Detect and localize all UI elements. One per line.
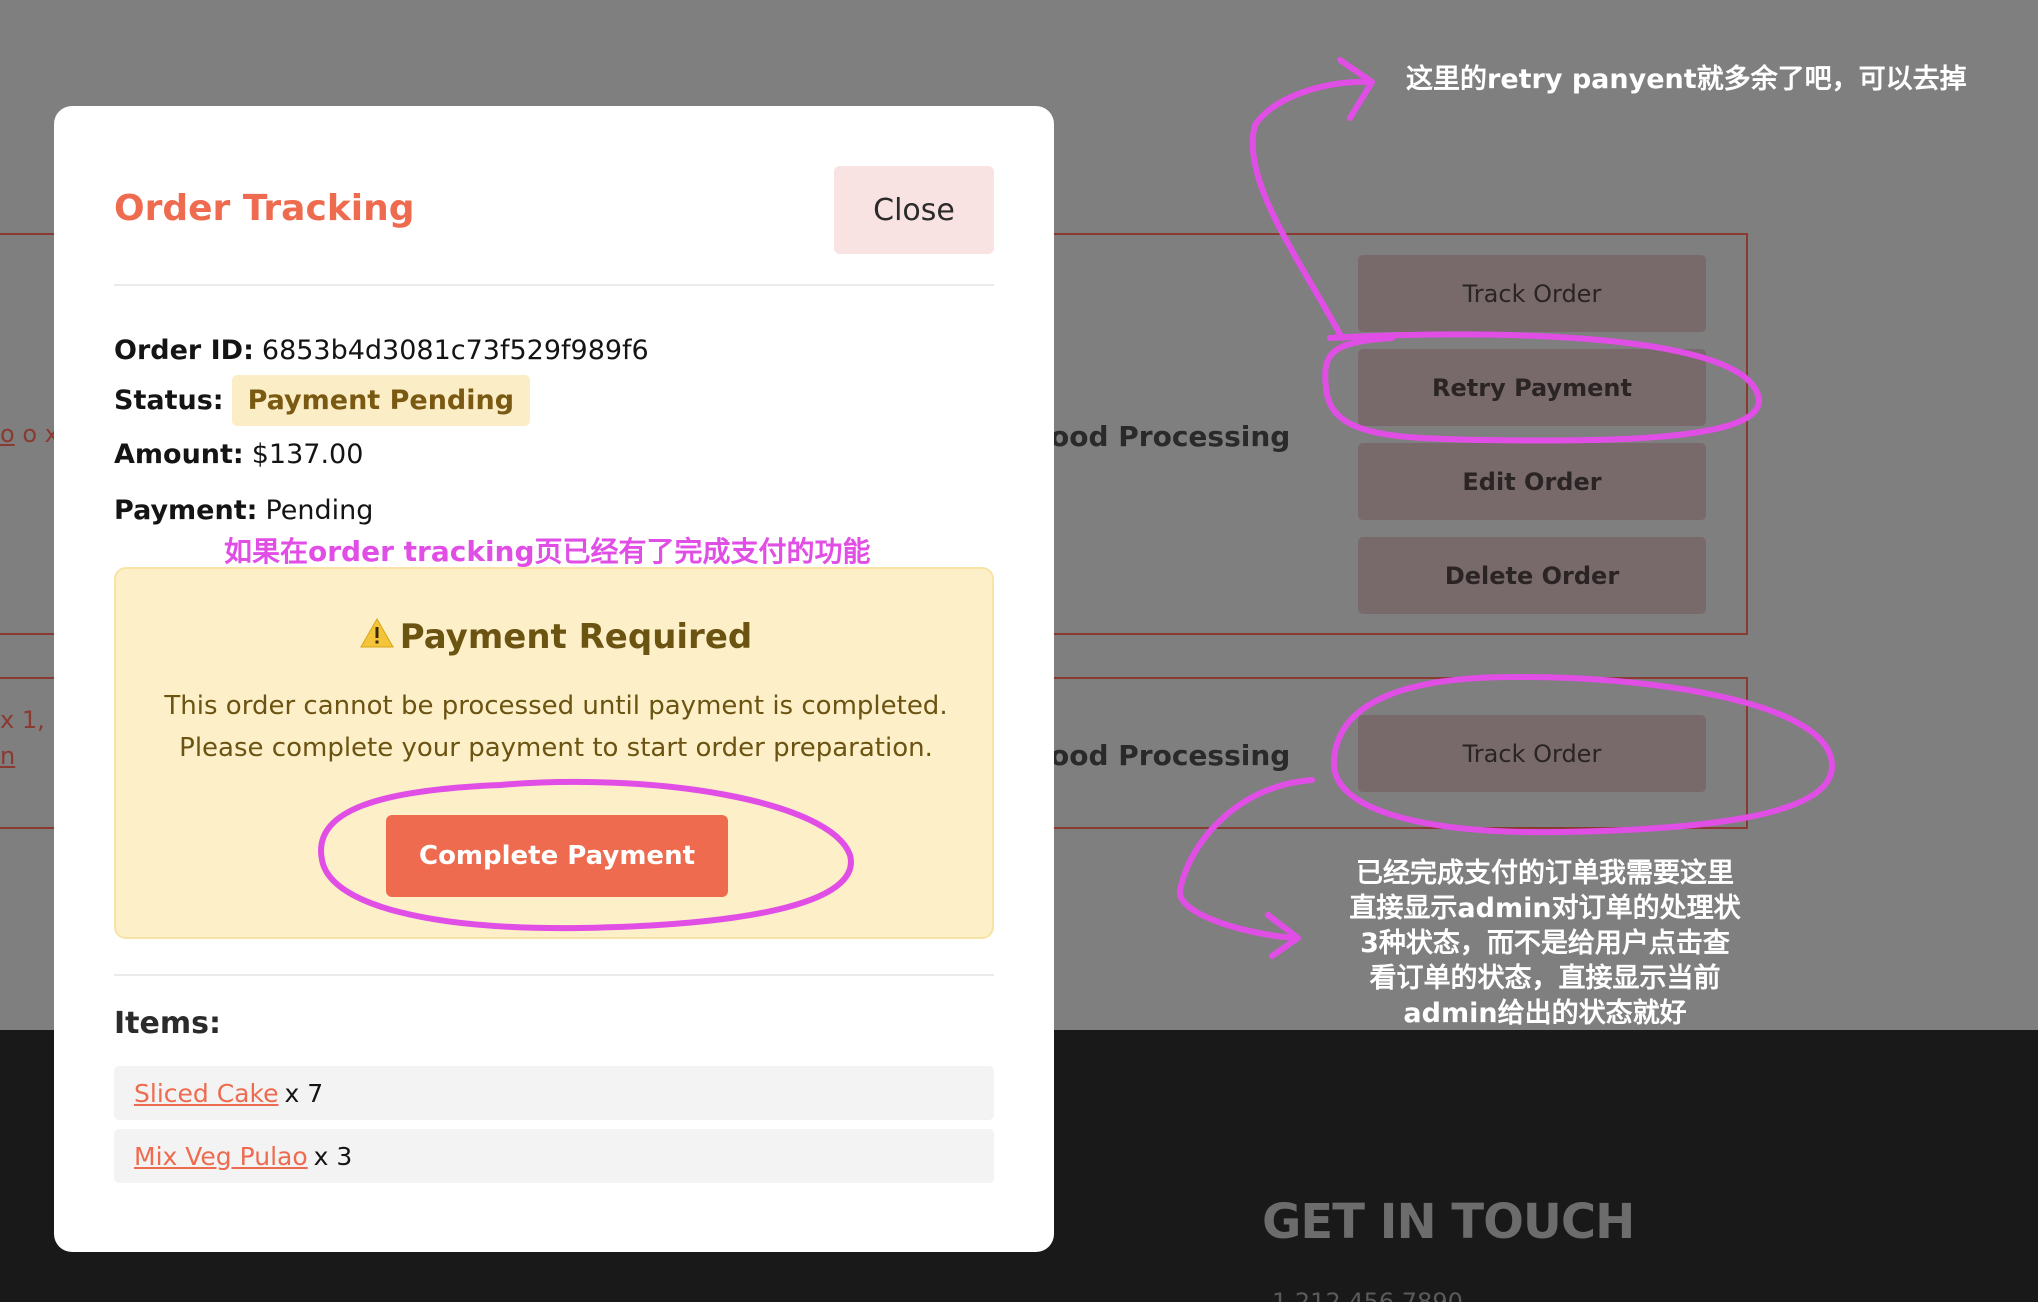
amount-value: $137.00 <box>251 438 364 470</box>
item-link[interactable]: Mix Veg Pulao <box>134 1142 308 1171</box>
edit-order-button[interactable]: Edit Order <box>1358 443 1706 520</box>
order-items-fragment: n <box>0 742 16 770</box>
delete-order-button[interactable]: Delete Order <box>1358 537 1706 614</box>
retry-payment-button[interactable]: Retry Payment <box>1358 349 1706 426</box>
footer-title: GET IN TOUCH <box>1262 1194 1635 1250</box>
payment-label: Payment: <box>114 494 258 526</box>
order-tracking-modal: Order Tracking Close Order ID: 6853b4d30… <box>54 106 1054 1252</box>
item-qty: x 3 <box>313 1141 353 1171</box>
payment-description-line: This order cannot be processed until pay… <box>164 691 948 721</box>
annotation-note-top: 这里的retry panyent就多余了吧，可以去掉 <box>1406 64 1967 95</box>
item-row: Sliced Cake x 7 <box>114 1066 994 1120</box>
divider <box>114 974 994 976</box>
annotation-line: 看订单的状态，直接显示当前 <box>1369 963 1721 994</box>
payment-required-box: Payment Required This order cannot be pr… <box>114 567 994 939</box>
track-order-button[interactable]: Track Order <box>1358 715 1706 792</box>
track-order-button[interactable]: Track Order <box>1358 255 1706 332</box>
annotation-note-bottom: 已经完成支付的订单我需要这里 直接显示admin对订单的处理状 3种状态，而不是… <box>1330 856 1760 1031</box>
status-badge: Payment Pending <box>231 374 531 426</box>
amount-row: Amount: $137.00 <box>114 432 363 476</box>
payment-value: Pending <box>265 494 374 526</box>
close-button[interactable]: Close <box>834 166 994 254</box>
annotation-line: 已经完成支付的订单我需要这里 <box>1356 858 1734 889</box>
payment-required-text: Payment Required <box>399 617 753 657</box>
divider <box>114 284 994 286</box>
annotation-line: 3种状态，而不是给用户点击查 <box>1360 928 1730 959</box>
complete-payment-button[interactable]: Complete Payment <box>386 815 728 897</box>
warning-icon <box>359 617 394 657</box>
status-label: Status: <box>114 384 224 416</box>
annotation-line: 直接显示admin对订单的处理状 <box>1349 893 1741 924</box>
order-id-row: Order ID: 6853b4d3081c73f529f989f6 <box>114 328 649 372</box>
footer-phone: 1 212 456 7890 <box>1272 1288 1463 1302</box>
item-link[interactable]: Sliced Cake <box>134 1079 278 1108</box>
amount-label: Amount: <box>114 438 244 470</box>
order-items-fragment: x 1, <box>0 706 45 734</box>
payment-row: Payment: Pending <box>114 488 373 532</box>
modal-title: Order Tracking <box>114 188 415 229</box>
item-row: Mix Veg Pulao x 3 <box>114 1129 994 1183</box>
payment-description-line: Please complete your payment to start or… <box>179 733 933 763</box>
item-qty: x 7 <box>284 1078 324 1108</box>
order-id-value: 6853b4d3081c73f529f989f6 <box>261 334 649 366</box>
payment-required-title: Payment Required <box>116 617 996 657</box>
status-row: Status: Payment Pending <box>114 372 531 428</box>
items-heading: Items: <box>114 1006 221 1041</box>
annotation-line: admin给出的状态就好 <box>1403 998 1687 1029</box>
order-id-label: Order ID: <box>114 334 254 366</box>
order-status-text: ood Processing <box>1050 420 1291 453</box>
annotation-note-modal: 如果在order tracking页已经有了完成支付的功能 <box>224 535 871 568</box>
order-status-text: ood Processing <box>1050 739 1291 772</box>
